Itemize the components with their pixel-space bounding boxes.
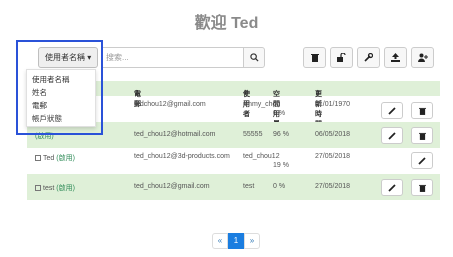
search-input[interactable]: 搜索... [101,47,243,68]
email-cell: ted_chou12@gmail.com [134,183,210,190]
usage-cell: 19 % [273,162,289,169]
page-1-button[interactable]: 1 [228,233,244,249]
user-cell: jimmy_chou [243,101,281,108]
updated-cell: 27/05/2018 [315,153,351,160]
updated-cell: 27/05/2018 [315,183,351,190]
search-button[interactable] [243,47,265,68]
add-user-icon [417,53,428,62]
edit-button[interactable] [381,127,403,144]
trash-icon [418,184,426,192]
trash-icon [418,107,426,115]
name-cell: test (啟用) [35,183,75,193]
delete-row-button[interactable] [411,179,433,196]
email-cell: ted_chou12@3d-products.com [134,153,230,160]
name-cell: Ted (啟用) [35,153,75,163]
upload-button[interactable] [384,47,407,68]
usage-cell: 0 % [273,110,286,117]
email-cell: ted_chou12@hotmail.com [134,131,216,138]
page-title: 歡迎 Ted [194,15,259,32]
page: 歡迎 Ted 使用者名稱 ▾ 搜索... ⇕ 電郵 ⇕ 使用者 空間用 ⇕ 更新… [0,0,453,257]
pencil-icon [418,156,426,165]
usage-cell: 0 % [273,183,286,190]
edit-button[interactable] [411,152,433,169]
pencil-icon [388,183,396,192]
pencil-icon [388,106,396,115]
next-page-button[interactable]: » [244,233,260,249]
updated-cell: 06/05/2018 [315,131,351,138]
email-cell: tedchou12@gmail.com [134,101,206,108]
delete-row-button[interactable] [411,127,433,144]
user-cell: test [243,183,255,190]
search-icon [249,53,259,62]
edit-button[interactable] [381,102,403,119]
trash-icon [418,132,426,140]
unlock-icon [337,53,346,62]
prev-page-button[interactable]: « [212,233,228,249]
edit-button[interactable] [381,179,403,196]
upload-icon [391,53,400,62]
settings-button[interactable] [357,47,380,68]
highlight-box [16,40,103,135]
user-cell: 55555 [243,131,263,138]
trash-icon [310,54,319,62]
add-user-button[interactable] [411,47,434,68]
updated-cell: 01/01/1970 [315,101,351,108]
delete-button[interactable] [303,47,326,68]
search-group: 搜索... [101,47,265,68]
pagination: « 1 » [212,233,260,249]
table-row: Ted (啟用) ted_chou12@3d-products.com ted_… [27,148,440,174]
wrench-icon [364,53,373,62]
table-row: test (啟用) ted_chou12@gmail.com test 0 % … [27,174,440,200]
delete-row-button[interactable] [411,102,433,119]
row-checkbox[interactable] [35,155,41,161]
unlock-button[interactable] [330,47,353,68]
user-cell: ted_chou12 [243,153,280,160]
action-toolbar [303,47,434,68]
pencil-icon [388,131,396,140]
row-checkbox[interactable] [35,185,41,191]
usage-cell: 96 % [273,131,289,138]
